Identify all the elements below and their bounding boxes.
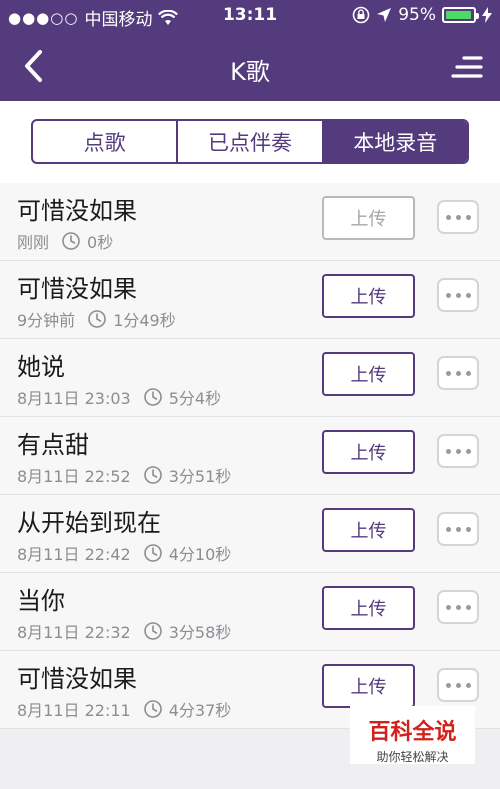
- song-title: 可惜没如果: [17, 275, 137, 303]
- upload-button[interactable]: 上传: [322, 586, 415, 630]
- more-options-button[interactable]: [437, 668, 479, 702]
- song-title: 有点甜: [17, 431, 89, 459]
- record-date: 8月11日 22:42: [17, 545, 131, 564]
- segmented-control: 点歌 已点伴奏 本地录音: [31, 119, 469, 164]
- song-title: 她说: [17, 353, 65, 381]
- list-item[interactable]: 有点甜 8月11日 22:52 3分51秒 上传: [0, 417, 500, 495]
- song-title: 可惜没如果: [17, 665, 137, 693]
- tab-requested-accompaniment[interactable]: 已点伴奏: [178, 121, 324, 162]
- recordings-list: 可惜没如果 刚刚 0秒 上传 可惜没如果 9分钟前 1分49秒 上传 她说 8月11日 23:03…: [0, 183, 500, 729]
- upload-button[interactable]: 上传: [322, 508, 415, 552]
- more-dot-icon: [455, 526, 461, 532]
- song-meta: 8月11日 23:03 5分4秒: [17, 385, 221, 409]
- more-dot-icon: [455, 682, 461, 688]
- more-options-button[interactable]: [437, 512, 479, 546]
- battery-icon: [442, 7, 479, 23]
- more-dot-icon: [455, 370, 461, 376]
- more-dot-icon: [445, 292, 451, 298]
- record-duration: 3分58秒: [168, 623, 232, 642]
- song-meta: 刚刚 0秒: [17, 229, 113, 253]
- more-dot-icon: [465, 292, 471, 298]
- more-dot-icon: [465, 526, 471, 532]
- rotation-lock-icon: [352, 6, 370, 24]
- clock-icon: [62, 232, 80, 250]
- upload-button[interactable]: 上传: [322, 274, 415, 318]
- record-date: 8月11日 22:52: [17, 467, 131, 486]
- list-item[interactable]: 可惜没如果 9分钟前 1分49秒 上传: [0, 261, 500, 339]
- tab-local-recordings[interactable]: 本地录音: [323, 121, 467, 162]
- upload-button[interactable]: 上传: [322, 196, 415, 240]
- upload-button[interactable]: 上传: [322, 352, 415, 396]
- more-options-button[interactable]: [437, 356, 479, 390]
- record-duration: 1分49秒: [113, 311, 176, 330]
- more-dot-icon: [465, 604, 471, 610]
- record-duration: 5分4秒: [168, 389, 222, 408]
- more-dot-icon: [465, 214, 471, 220]
- song-meta: 8月11日 22:11 4分37秒: [17, 697, 231, 721]
- record-date: 刚刚: [17, 233, 50, 252]
- more-options-button[interactable]: [437, 434, 479, 468]
- record-duration: 3分51秒: [168, 467, 232, 486]
- more-dot-icon: [465, 448, 471, 454]
- charging-icon: [482, 7, 492, 23]
- upload-button[interactable]: 上传: [322, 430, 415, 474]
- more-dot-icon: [455, 292, 461, 298]
- record-date: 9分钟前: [17, 311, 76, 330]
- tab-song-request[interactable]: 点歌: [33, 121, 179, 162]
- more-dot-icon: [445, 682, 451, 688]
- segment-bar: 点歌 已点伴奏 本地录音: [0, 101, 500, 183]
- watermark-subtitle: 助你轻松解决: [376, 750, 449, 764]
- song-meta: 8月11日 22:52 3分51秒: [17, 463, 231, 487]
- more-dot-icon: [445, 370, 451, 376]
- menu-icon[interactable]: [450, 50, 484, 84]
- more-dot-icon: [455, 604, 461, 610]
- record-date: 8月11日 23:03: [17, 389, 131, 408]
- battery-percent: 95%: [398, 5, 436, 25]
- more-dot-icon: [465, 370, 471, 376]
- clock-icon: [143, 466, 162, 484]
- list-item[interactable]: 当你 8月11日 22:32 3分58秒 上传: [0, 573, 500, 651]
- more-dot-icon: [445, 526, 451, 532]
- watermark-title: 百科全说: [368, 720, 457, 745]
- song-meta: 9分钟前 1分49秒: [17, 307, 176, 331]
- more-dot-icon: [455, 448, 461, 454]
- top-bar: ●●●○○ 中国移动 13:11 95% K歌: [0, 0, 500, 101]
- status-bar: ●●●○○ 中国移动 13:11 95%: [0, 0, 500, 32]
- more-options-button[interactable]: [437, 278, 479, 312]
- clock-icon: [143, 700, 162, 718]
- clock-icon: [143, 388, 162, 406]
- page-title: K歌: [230, 58, 270, 86]
- record-duration: 0秒: [87, 233, 114, 252]
- record-date: 8月11日 22:11: [17, 701, 131, 720]
- more-dot-icon: [445, 214, 451, 220]
- record-duration: 4分37秒: [168, 701, 232, 720]
- song-title: 当你: [17, 587, 65, 615]
- list-item[interactable]: 她说 8月11日 23:03 5分4秒 上传: [0, 339, 500, 417]
- song-title: 可惜没如果: [17, 197, 137, 225]
- song-meta: 8月11日 22:42 4分10秒: [17, 541, 231, 565]
- location-icon: [377, 8, 392, 22]
- list-item[interactable]: 从开始到现在 8月11日 22:42 4分10秒 上传: [0, 495, 500, 573]
- watermark: 百科全说 助你轻松解决: [350, 706, 475, 764]
- more-dot-icon: [455, 214, 461, 220]
- clock-icon: [143, 544, 162, 562]
- more-options-button[interactable]: [437, 590, 479, 624]
- record-date: 8月11日 22:32: [17, 623, 131, 642]
- clock-icon: [88, 310, 106, 328]
- record-duration: 4分10秒: [168, 545, 232, 564]
- more-dot-icon: [445, 448, 451, 454]
- navigation-bar: K歌: [0, 32, 500, 101]
- more-options-button[interactable]: [437, 200, 479, 234]
- list-item[interactable]: 可惜没如果刚刚 0秒 上传: [0, 183, 500, 261]
- song-title: 从开始到现在: [17, 509, 161, 537]
- more-dot-icon: [465, 682, 471, 688]
- upload-button[interactable]: 上传: [322, 664, 415, 708]
- more-dot-icon: [445, 604, 451, 610]
- clock-icon: [143, 622, 162, 640]
- song-meta: 8月11日 22:32 3分58秒: [17, 619, 231, 643]
